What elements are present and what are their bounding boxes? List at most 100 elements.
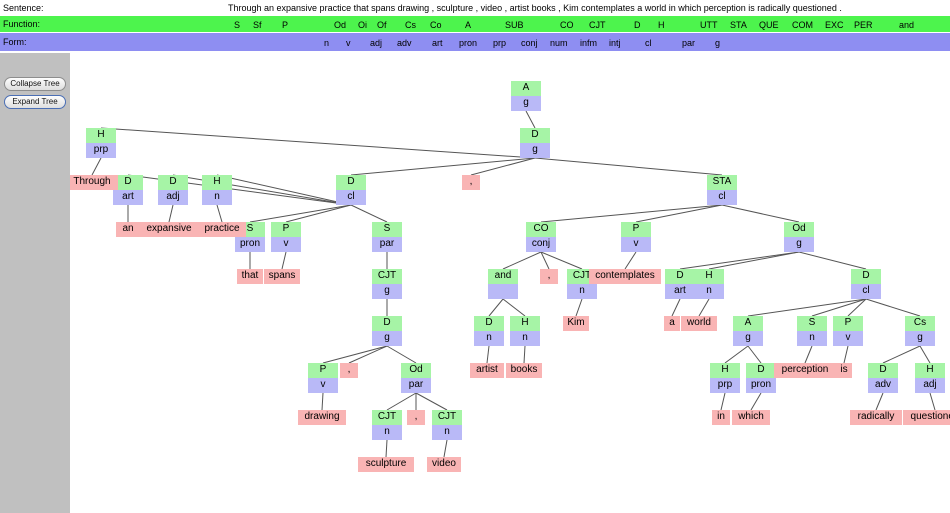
tree-node-d[interactable]: Dpron [746,363,776,393]
function-tag-cjt[interactable]: CJT [589,20,606,30]
function-tag-d[interactable]: D [634,20,641,30]
tree-leaf-token[interactable]: perception [774,363,836,378]
tree-leaf-token[interactable]: , [340,363,358,378]
tree-leaf-token[interactable]: questioned [903,410,950,425]
function-tag-exc[interactable]: EXC [825,20,844,30]
form-tag-intj[interactable]: intj [609,38,621,48]
tree-node-cjt[interactable]: CJT n [432,410,462,440]
tree-leaf-token[interactable]: Through [70,175,118,190]
tree-node-cjt[interactable]: CJT n [372,410,402,440]
tree-node-d[interactable]: Dg [520,128,550,158]
form-tag-v[interactable]: v [346,38,351,48]
tree-leaf-token[interactable]: video [427,457,461,472]
function-tag-co[interactable]: CO [560,20,574,30]
tree-node-d[interactable]: Dn [474,316,504,346]
function-tag-od[interactable]: Od [334,20,346,30]
tree-leaf-token[interactable]: sculpture [358,457,414,472]
tree-node-d[interactable]: Dg [372,316,402,346]
function-tag-a[interactable]: A [465,20,471,30]
tree-node-a[interactable]: Ag [511,81,541,111]
tree-node-co[interactable]: CO conj [526,222,556,252]
tree-node-and[interactable]: and [488,269,518,299]
tree-leaf-token[interactable]: , [462,175,480,190]
node-function-label: H [510,316,540,331]
tree-leaf-token[interactable]: spans [264,269,300,284]
tree-leaf-token[interactable]: that [237,269,263,284]
tree-leaf-token[interactable]: artist [470,363,504,378]
function-tag-sub[interactable]: SUB [505,20,524,30]
tree-leaf-token[interactable]: is [836,363,852,378]
form-tag-n[interactable]: n [324,38,329,48]
form-tag-art[interactable]: art [432,38,443,48]
tree-leaf-token[interactable]: practice [198,222,246,237]
tree-leaf-token[interactable]: a [664,316,680,331]
function-tag-oi[interactable]: Oi [358,20,367,30]
tree-leaf-token[interactable]: , [407,410,425,425]
tree-node-sta[interactable]: STA cl [707,175,737,205]
tree-leaf-token[interactable]: books [506,363,542,378]
tree-node-p[interactable]: Pv [833,316,863,346]
node-form-label: par [401,378,431,393]
function-tag-of[interactable]: Of [377,20,387,30]
tree-node-h[interactable]: Hn [202,175,232,205]
tree-node-p[interactable]: Pv [271,222,301,252]
form-tag-g[interactable]: g [715,38,720,48]
function-tag-sta[interactable]: STA [730,20,747,30]
function-tag-h[interactable]: H [658,20,665,30]
tree-node-d[interactable]: Dart [665,269,695,299]
tree-node-d[interactable]: Dadv [868,363,898,393]
tree-leaf-token[interactable]: expansive [140,222,198,237]
function-tag-and[interactable]: and [899,20,914,30]
tree-node-s[interactable]: Spar [372,222,402,252]
tree-node-h[interactable]: Hn [510,316,540,346]
tree-leaf-token[interactable]: an [116,222,140,237]
function-tag-utt[interactable]: UTT [700,20,718,30]
form-tag-adj[interactable]: adj [370,38,382,48]
form-tag-adv[interactable]: adv [397,38,412,48]
tree-node-p[interactable]: Pv [621,222,651,252]
function-tag-que[interactable]: QUE [759,20,779,30]
tree-node-s[interactable]: Sn [797,316,827,346]
tree-leaf-token[interactable]: drawing [298,410,346,425]
function-tag-per[interactable]: PER [854,20,873,30]
tree-node-h[interactable]: Hprp [710,363,740,393]
sentence-row: Sentence: Through an expansive practice … [0,0,950,16]
tree-leaf-token[interactable]: world [681,316,717,331]
tree-node-h[interactable]: Hprp [86,128,116,158]
node-form-label: g [511,96,541,111]
expand-tree-button[interactable]: Expand Tree [4,95,66,109]
tree-node-h[interactable]: Hn [694,269,724,299]
function-tag-p[interactable]: P [282,20,288,30]
tree-node-d[interactable]: Dadj [158,175,188,205]
tree-leaf-token[interactable]: contemplates [589,269,661,284]
tree-node-od[interactable]: Od par [401,363,431,393]
tree-node-a[interactable]: Ag [733,316,763,346]
tree-leaf-token[interactable]: Kim [563,316,589,331]
function-tag-com[interactable]: COM [792,20,813,30]
tree-node-od[interactable]: Od g [784,222,814,252]
tree-leaf-token[interactable]: , [540,269,558,284]
form-tag-par[interactable]: par [682,38,695,48]
form-tag-prp[interactable]: prp [493,38,506,48]
tree-node-p[interactable]: Pv [308,363,338,393]
node-form-label: g [784,237,814,252]
function-tag-sf[interactable]: Sf [253,20,262,30]
node-form-label: prp [710,378,740,393]
function-tag-cs[interactable]: Cs [405,20,416,30]
form-tag-conj[interactable]: conj [521,38,538,48]
tree-node-cs[interactable]: Cs g [905,316,935,346]
tree-node-d[interactable]: Dcl [851,269,881,299]
function-tag-co[interactable]: Co [430,20,442,30]
collapse-tree-button[interactable]: Collapse Tree [4,77,66,91]
tree-node-cjt[interactable]: CJT g [372,269,402,299]
tree-node-h[interactable]: Hadj [915,363,945,393]
tree-leaf-token[interactable]: radically [850,410,902,425]
form-tag-infm[interactable]: infm [580,38,597,48]
form-tag-cl[interactable]: cl [645,38,652,48]
tree-leaf-token[interactable]: in [712,410,730,425]
function-tag-s[interactable]: S [234,20,240,30]
tree-node-d[interactable]: Dcl [336,175,366,205]
tree-leaf-token[interactable]: which [732,410,770,425]
form-tag-pron[interactable]: pron [459,38,477,48]
form-tag-num[interactable]: num [550,38,568,48]
